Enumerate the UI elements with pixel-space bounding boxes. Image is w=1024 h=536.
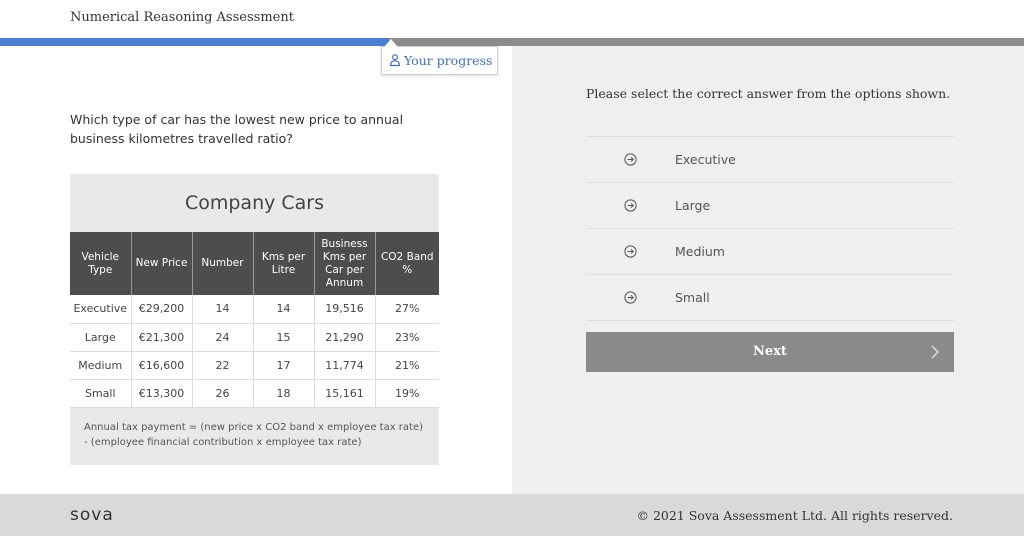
- table-cell: 26: [192, 379, 254, 408]
- table-cell: €16,600: [131, 351, 193, 380]
- table-cell: Small: [70, 379, 132, 408]
- question-pane: Which type of car has the lowest new pri…: [0, 46, 512, 494]
- column-header: Number: [192, 232, 254, 295]
- your-progress-label: Your progress: [404, 53, 493, 68]
- answer-pane: Please select the correct answer from th…: [512, 46, 1024, 494]
- data-table-card: Company Cars Vehicle Type New Price Numb…: [70, 174, 439, 465]
- arrow-circle-right-icon: [624, 291, 637, 304]
- arrow-circle-right-icon: [624, 199, 637, 212]
- table-cell: 19,516: [314, 295, 376, 324]
- answer-option-large[interactable]: Large: [586, 183, 954, 229]
- sova-logo: sova: [70, 505, 114, 525]
- answer-option-medium[interactable]: Medium: [586, 229, 954, 275]
- next-button[interactable]: Next: [586, 332, 954, 372]
- answer-option-label: Executive: [675, 152, 736, 167]
- person-icon: [389, 54, 401, 67]
- company-cars-table: Vehicle Type New Price Number Kms per Li…: [70, 232, 439, 408]
- answer-instruction: Please select the correct answer from th…: [586, 86, 951, 101]
- footer: sova © 2021 Sova Assessment Ltd. All rig…: [0, 494, 1024, 536]
- question-text: Which type of car has the lowest new pri…: [70, 112, 404, 146]
- table-cell: €21,300: [131, 323, 193, 352]
- column-header: New Price: [131, 232, 193, 295]
- answer-option-executive[interactable]: Executive: [586, 137, 954, 183]
- table-cell: 11,774: [314, 351, 376, 380]
- answer-option-label: Small: [675, 290, 710, 305]
- table-cell: €13,300: [131, 379, 193, 408]
- table-cell: 22: [192, 351, 254, 380]
- table-cell: 23%: [375, 323, 439, 352]
- progress-bar-fill: [0, 38, 390, 46]
- formula-line: Annual tax payment = (new price x CO2 ba…: [84, 422, 424, 433]
- table-cell: 17: [253, 351, 315, 380]
- logo-text: sova: [70, 505, 114, 525]
- table-cell: 18: [253, 379, 315, 408]
- formula-note: Annual tax payment = (new price x CO2 ba…: [84, 420, 434, 450]
- column-header: Business Kms per Car per Annum: [314, 232, 376, 295]
- table-cell: Medium: [70, 351, 132, 380]
- table-cell: 15: [253, 323, 315, 352]
- table-cell: 19%: [375, 379, 439, 408]
- answer-option-small[interactable]: Small: [586, 275, 954, 321]
- chevron-right-icon: [931, 345, 939, 359]
- table-cell: 24: [192, 323, 254, 352]
- table-row: Executive €29,200 14 14 19,516 27%: [70, 295, 439, 324]
- answer-options: Executive Large Medium Small: [586, 136, 954, 321]
- arrow-circle-right-icon: [624, 153, 637, 166]
- answer-option-label: Medium: [675, 244, 725, 259]
- table-title: Company Cars: [184, 192, 325, 214]
- table-cell: 15,161: [314, 379, 376, 408]
- table-cell: 14: [253, 295, 315, 324]
- table-cell: 21%: [375, 351, 439, 380]
- table-cell: Executive: [70, 295, 132, 324]
- table-row: Medium €16,600 22 17 11,774 21%: [70, 351, 439, 380]
- formula-line: - (employee financial contribution x emp…: [84, 437, 362, 448]
- table-cell: 27%: [375, 295, 439, 324]
- table-row: Large €21,300 24 15 21,290 23%: [70, 323, 439, 352]
- table-row: Small €13,300 26 18 15,161 19%: [70, 379, 439, 408]
- copyright-text: © 2021 Sova Assessment Ltd. All rights r…: [636, 508, 953, 523]
- arrow-circle-right-icon: [624, 245, 637, 258]
- column-header: Vehicle Type: [70, 232, 132, 295]
- column-header: CO2 Band %: [375, 232, 439, 295]
- answer-option-label: Large: [675, 198, 711, 213]
- table-cell: 21,290: [314, 323, 376, 352]
- header: Numerical Reasoning Assessment: [0, 0, 1024, 38]
- table-cell: €29,200: [131, 295, 193, 324]
- progress-bar: [0, 38, 1024, 46]
- table-cell: Large: [70, 323, 132, 352]
- page-title: Numerical Reasoning Assessment: [70, 10, 294, 25]
- your-progress-tab[interactable]: Your progress: [381, 39, 498, 75]
- column-header: Kms per Litre: [253, 232, 315, 295]
- next-button-label: Next: [753, 344, 787, 359]
- tab-notch: [384, 39, 398, 47]
- table-cell: 14: [192, 295, 254, 324]
